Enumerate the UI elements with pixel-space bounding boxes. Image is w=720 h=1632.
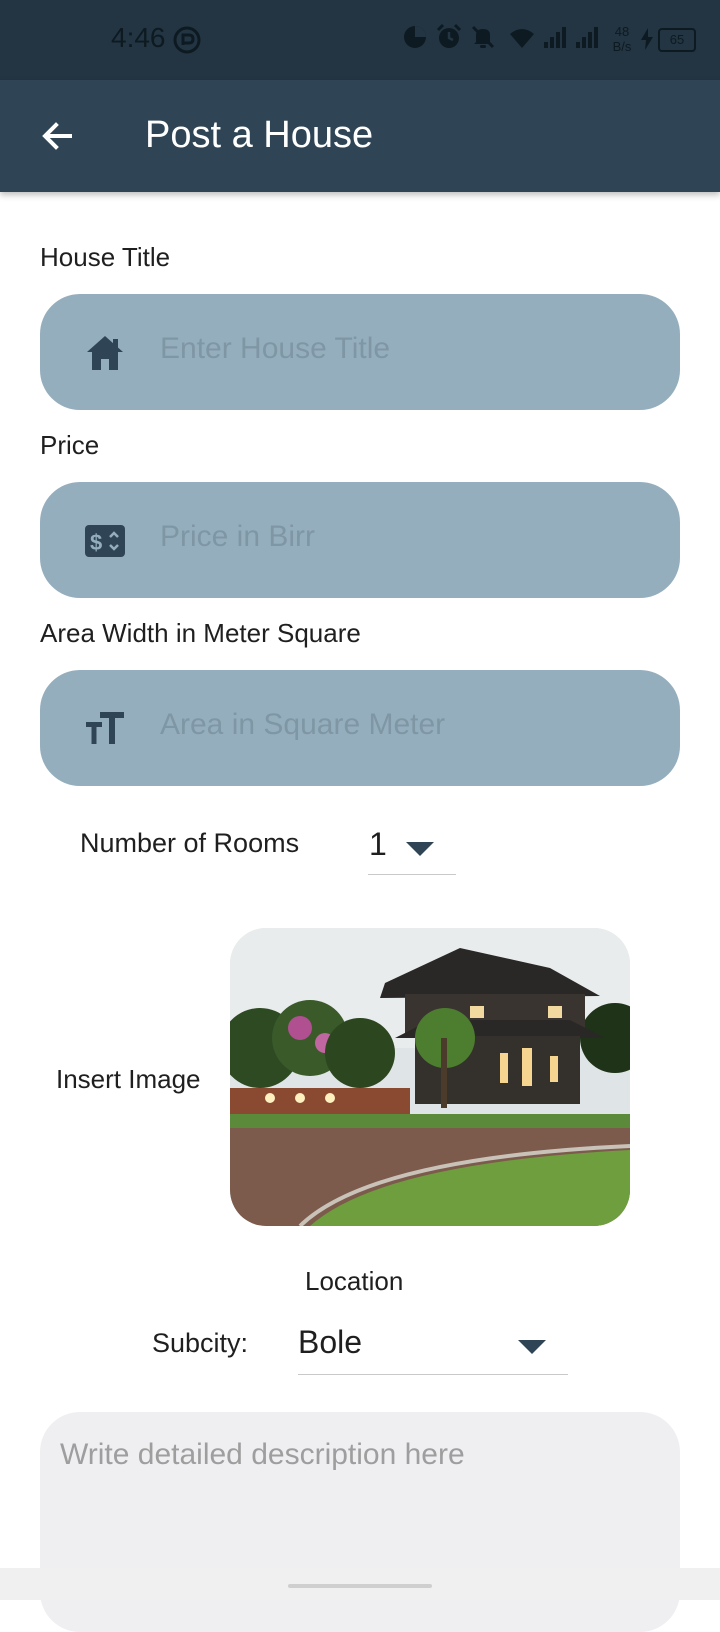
- navigation-bar: [0, 1568, 720, 1600]
- chevron-down-icon: [518, 1340, 546, 1354]
- back-button[interactable]: [36, 114, 80, 158]
- signal-1-icon: [542, 24, 568, 55]
- vpn-icon: [172, 25, 202, 60]
- battery-icon: 65: [658, 28, 696, 52]
- network-speed: 48 B/s: [608, 24, 636, 54]
- rooms-label: Number of Rooms: [80, 828, 300, 858]
- battery-level: 65: [669, 32, 685, 47]
- rooms-value: 1: [369, 826, 387, 862]
- house-title-field[interactable]: Enter House Title: [40, 294, 680, 410]
- area-field[interactable]: Area in Square Meter: [40, 670, 680, 786]
- house-icon: [84, 332, 126, 374]
- status-bar: 4:46 48 B/s 65: [0, 0, 720, 80]
- subcity-value: Bole: [298, 1324, 363, 1360]
- gesture-handle[interactable]: [288, 1584, 432, 1588]
- area-placeholder: Area in Square Meter: [160, 708, 446, 741]
- text-size-icon: [84, 708, 126, 750]
- location-label: Location: [305, 1266, 404, 1296]
- area-label: Area Width in Meter Square: [40, 618, 361, 648]
- insert-image-label: Insert Image: [56, 1064, 201, 1094]
- app-bar: Post a House: [0, 80, 720, 192]
- house-title-placeholder: Enter House Title: [160, 332, 391, 365]
- mute-icon: [470, 24, 496, 55]
- price-label: Price: [40, 430, 100, 460]
- subcity-dropdown[interactable]: Bole: [298, 1318, 568, 1375]
- alarm-icon: [436, 23, 462, 55]
- network-speed-unit: B/s: [612, 39, 632, 54]
- svg-text:$: $: [90, 530, 102, 555]
- arrow-left-icon: [42, 122, 72, 150]
- price-placeholder: Price in Birr: [160, 520, 316, 553]
- wifi-icon: [508, 24, 536, 55]
- price-field[interactable]: $ Price in Birr: [40, 482, 680, 598]
- status-time: 4:46: [111, 22, 166, 53]
- price-tag-icon: $: [84, 520, 126, 562]
- subcity-label: Subcity:: [152, 1328, 249, 1358]
- page-title: Post a House: [145, 114, 374, 156]
- description-placeholder: Write detailed description here: [60, 1438, 465, 1471]
- data-saver-icon: [402, 24, 428, 55]
- charging-icon: [640, 28, 654, 55]
- chevron-down-icon: [406, 842, 434, 856]
- house-title-label: House Title: [40, 242, 171, 272]
- house-photo: [230, 928, 630, 1226]
- rooms-dropdown[interactable]: 1: [368, 822, 456, 875]
- signal-2-icon: [574, 24, 600, 55]
- house-image-picker[interactable]: [230, 928, 630, 1226]
- network-speed-value: 48: [614, 24, 630, 39]
